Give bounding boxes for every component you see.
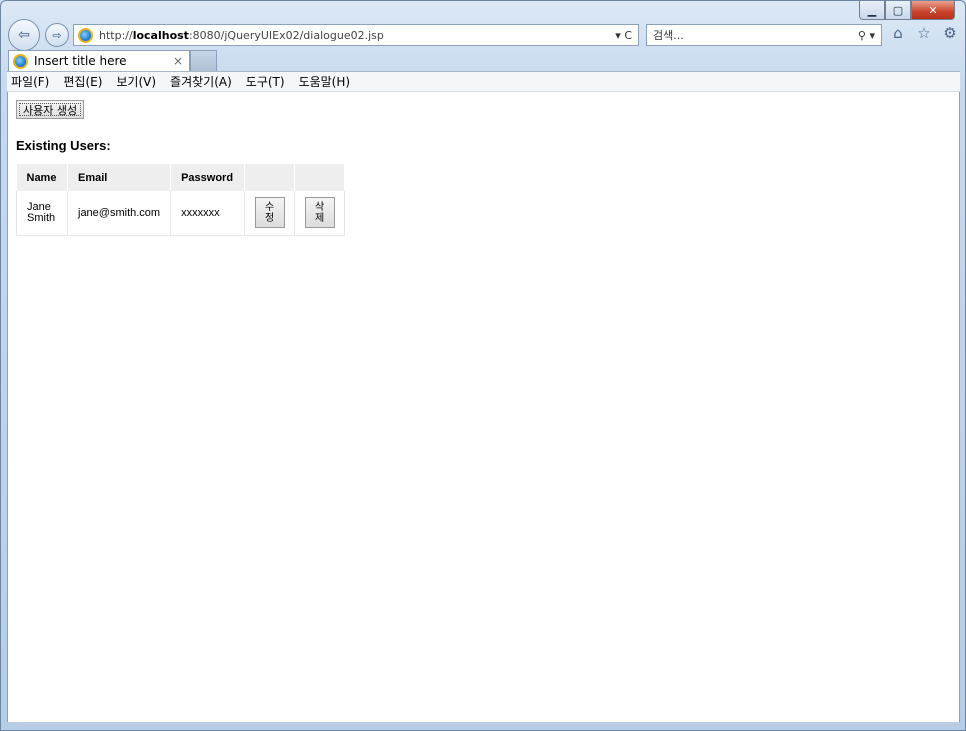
search-placeholder: 검색... <box>653 29 684 42</box>
window-controls: ▁ ▢ ✕ <box>859 1 955 20</box>
toolbar-icons: ⌂ ☆ ⚙ <box>889 24 959 42</box>
menu-tools[interactable]: 도구(T) <box>246 73 285 90</box>
page-content: 사용자 생성 Existing Users: Name Email Passwo… <box>7 92 960 722</box>
column-header-edit <box>244 164 296 191</box>
delete-user-button[interactable]: 삭제 <box>304 197 335 229</box>
column-header-password: Password <box>170 164 246 191</box>
url-host: localhost <box>132 28 189 42</box>
cell-password: xxxxxxx <box>170 191 246 236</box>
tab-title: Insert title here <box>34 54 127 68</box>
ie-page-icon <box>78 27 93 43</box>
menu-edit[interactable]: 편집(E) <box>63 73 102 90</box>
url-path: :8080/jQueryUIEx02/dialogue02.jsp <box>188 28 384 42</box>
cell-edit: 수정 <box>244 191 296 236</box>
tab-close-icon[interactable]: × <box>173 54 189 68</box>
close-window-button[interactable]: ✕ <box>911 1 955 20</box>
new-tab-button[interactable] <box>190 50 217 71</box>
window-bottom-frame <box>7 722 960 726</box>
address-bar[interactable]: http://localhost:8080/jQueryUIEx02/dialo… <box>73 24 639 46</box>
arrow-left-icon: ⇦ <box>18 27 30 43</box>
back-button[interactable]: ⇦ <box>8 19 40 51</box>
cell-delete: 삭제 <box>294 191 346 236</box>
edit-user-button[interactable]: 수정 <box>254 197 285 229</box>
table-header-row: Name Email Password <box>16 164 346 191</box>
search-icon[interactable]: ⚲ ▾ <box>852 29 881 42</box>
refresh-button[interactable]: ▾ C <box>609 29 638 42</box>
menu-file[interactable]: 파일(F) <box>11 73 49 90</box>
existing-users-heading: Existing Users: <box>16 138 111 153</box>
arrow-right-icon: ⇨ <box>52 28 62 42</box>
menu-view[interactable]: 보기(V) <box>116 73 156 90</box>
cell-email: jane@smith.com <box>66 191 172 236</box>
create-user-button[interactable]: 사용자 생성 <box>16 100 85 119</box>
tab-favicon-icon <box>13 53 28 69</box>
cell-name: Jane Smith <box>16 191 68 236</box>
tab-active[interactable]: Insert title here × <box>8 50 190 71</box>
menu-favorites[interactable]: 즐겨찾기(A) <box>170 73 232 90</box>
home-icon[interactable]: ⌂ <box>889 24 907 42</box>
browser-window: ▁ ▢ ✕ ⇦ ⇨ http://localhost:8080/jQueryUI… <box>0 0 966 731</box>
menu-help[interactable]: 도움말(H) <box>299 73 351 90</box>
menu-bar: 파일(F) 편집(E) 보기(V) 즐겨찾기(A) 도구(T) 도움말(H) <box>7 71 960 92</box>
column-header-name: Name <box>16 164 68 191</box>
gear-icon[interactable]: ⚙ <box>941 24 959 42</box>
column-header-delete <box>294 164 346 191</box>
column-header-email: Email <box>67 164 172 191</box>
table-row: Jane Smith jane@smith.com xxxxxxx 수정 삭제 <box>16 191 346 236</box>
search-box[interactable]: 검색... ⚲ ▾ <box>646 24 882 46</box>
users-table: Name Email Password Jane Smith jane@smit… <box>16 164 346 236</box>
minimize-button[interactable]: ▁ <box>859 1 885 20</box>
url-prefix: http:// <box>99 28 133 42</box>
maximize-button[interactable]: ▢ <box>885 1 911 20</box>
star-icon[interactable]: ☆ <box>915 24 933 42</box>
forward-button[interactable]: ⇨ <box>45 23 69 47</box>
